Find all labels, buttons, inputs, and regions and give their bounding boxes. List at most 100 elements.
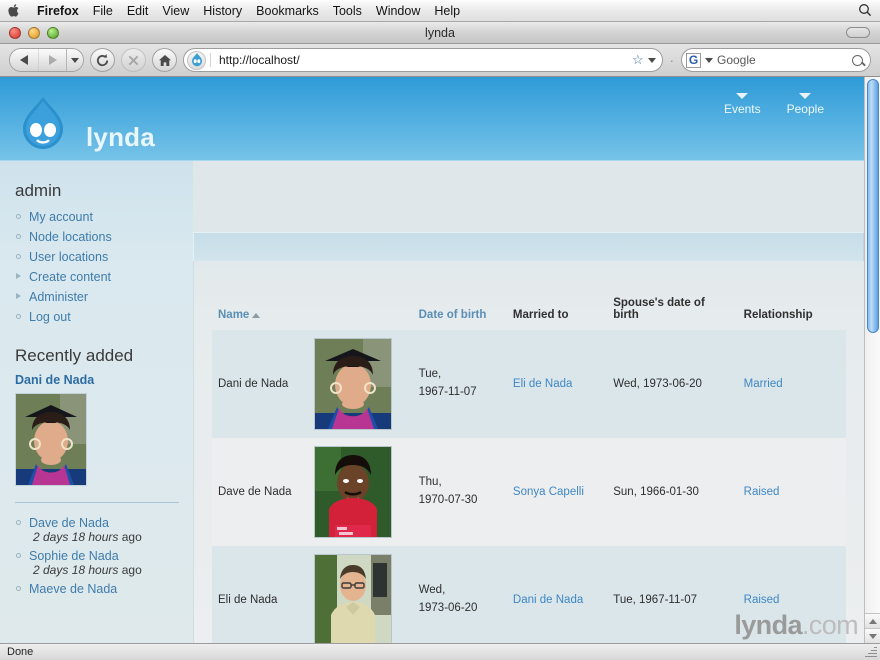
sidebar-item-my-account[interactable]: My account [16,210,193,224]
site-name[interactable]: lynda [86,122,155,153]
dob-date: 1973-06-20 [418,602,478,614]
back-arrow-icon [20,55,28,65]
primary-navigation: Events People [724,93,824,116]
apple-icon[interactable] [8,3,21,18]
panel-body: Name Date of birth Married to Spouse's d… [193,261,864,643]
sidebar-item-label: Create content [29,270,111,284]
sidebar-item-administer[interactable]: Administer [16,290,193,304]
scroll-down-button[interactable] [865,628,880,643]
menu-item-edit[interactable]: Edit [127,4,149,18]
star-icon[interactable]: ☆ [632,52,644,68]
reload-button[interactable] [90,48,115,72]
recent-item-timestamp: 2 days 18 hours ago [33,530,142,544]
column-header-date-of-birth[interactable]: Date of birth [413,261,507,330]
sidebar-item-create-content[interactable]: Create content [16,270,193,284]
dave-de-nada-photo[interactable] [314,446,393,538]
dani-de-nada-photo[interactable] [314,338,393,430]
home-icon [158,54,171,66]
list-item[interactable]: Maeve de Nada [16,582,193,596]
menu-item-firefox[interactable]: Firefox [37,4,79,18]
cell-date-of-birth: Tue, 1967-11-07 [412,330,507,438]
url-text[interactable]: http://localhost/ [210,53,632,67]
table-row[interactable]: Dave de Nada Thu, 1970-07-30 Sonya Capel… [212,438,846,546]
browser-toolbar: http://localhost/ ☆ · G Google [0,44,880,77]
status-text: Done [7,646,34,658]
recently-added-title: Recently added [15,346,134,365]
content-panel: Name Date of birth Married to Spouse's d… [193,232,864,643]
back-button[interactable] [10,49,38,71]
page-scrollbar-vertical[interactable] [864,77,880,643]
sidebar-item-label: Administer [29,290,89,304]
window-title: lynda [425,25,455,40]
sidebar-item-user-locations[interactable]: User locations [16,250,193,264]
sidebar-item-label: Node locations [29,230,112,244]
cell-married-to: Sonya Capelli [506,438,608,546]
nav-item-events[interactable]: Events [724,93,761,116]
eli-de-nada-photo[interactable] [314,554,393,643]
reload-icon [96,53,109,66]
chevron-down-icon[interactable] [705,57,713,63]
table-row[interactable]: Eli de Nada Wed, 1973-06-20 Dani de Nada… [212,546,846,643]
cell-name: Eli de Nada [212,546,309,643]
cell-spouse-date-of-birth: Wed, 1973-06-20 [607,330,738,438]
menu-item-file[interactable]: File [93,4,113,18]
chevron-down-icon[interactable] [647,57,656,63]
scroll-up-button[interactable] [865,613,880,628]
close-window-button[interactable] [9,26,21,39]
forward-button [38,49,66,71]
forward-arrow-icon [48,55,57,65]
table-row[interactable]: Dani de Nada Tue, 1967-11-07 Eli de Nada… [212,330,846,438]
relationship-link[interactable]: Married [744,378,783,390]
cell-spouse-date-of-birth: Tue, 1967-11-07 [607,546,738,643]
married-to-link[interactable]: Sonya Capelli [513,486,584,498]
sidebar-item-node-locations[interactable]: Node locations [16,230,193,244]
web-page: lynda Events People admin My account Nod… [0,77,864,643]
sidebar-item-log-out[interactable]: Log out [16,310,193,324]
cell-photo [308,330,413,438]
url-bar[interactable]: http://localhost/ ☆ [183,48,663,72]
list-item[interactable]: Sophie de Nada 2 days 18 hours ago [16,549,193,577]
menu-item-view[interactable]: View [162,4,189,18]
minimize-window-button[interactable] [28,26,40,39]
married-to-link[interactable]: Dani de Nada [513,594,583,606]
recently-added-featured-link[interactable]: Dani de Nada [15,373,193,387]
dani-de-nada-photo[interactable] [15,393,87,486]
history-dropdown-button[interactable] [66,49,83,71]
recent-item-name[interactable]: Maeve de Nada [29,582,117,596]
table-header-row: Name Date of birth Married to Spouse's d… [212,261,846,330]
column-header-name[interactable]: Name [212,261,308,330]
google-g-icon[interactable]: G [686,52,701,68]
menu-item-help[interactable]: Help [434,4,460,18]
drupal-drop-logo[interactable] [19,97,67,153]
menu-item-history[interactable]: History [203,4,242,18]
recent-item-name[interactable]: Sophie de Nada [29,549,119,563]
search-input[interactable]: Google [717,53,848,67]
nav-item-label: People [786,102,824,116]
search-bar[interactable]: G Google [681,48,871,72]
resize-grip[interactable] [864,645,877,658]
recent-item-name[interactable]: Dave de Nada [29,516,109,530]
magnifier-icon[interactable] [852,54,863,66]
stop-x-icon [128,55,139,65]
recently-added-list: Dave de Nada 2 days 18 hours ago Sophie … [16,516,193,596]
relationship-link[interactable]: Raised [744,594,780,606]
table-body: Dani de Nada Tue, 1967-11-07 Eli de Nada… [212,330,846,643]
menu-item-window[interactable]: Window [376,4,420,18]
menu-item-bookmarks[interactable]: Bookmarks [256,4,319,18]
zoom-window-button[interactable] [47,26,59,39]
circle-bullet-icon [16,586,21,591]
nav-item-people[interactable]: People [787,93,824,116]
spotlight-search-icon[interactable] [858,3,872,22]
sort-ascending-icon [252,313,261,318]
menu-item-tools[interactable]: Tools [333,4,362,18]
scrollbar-thumb[interactable] [867,79,879,333]
window-title-bar: lynda [0,22,880,44]
toolbar-toggle-button[interactable] [846,27,870,38]
dob-date: 1967-11-07 [418,386,477,398]
married-to-link[interactable]: Eli de Nada [513,378,572,390]
list-item[interactable]: Dave de Nada 2 days 18 hours ago [16,516,193,544]
site-header: lynda Events People [0,77,864,161]
relationship-link[interactable]: Raised [744,486,780,498]
home-button[interactable] [152,48,177,72]
nav-item-label: Events [723,102,761,116]
